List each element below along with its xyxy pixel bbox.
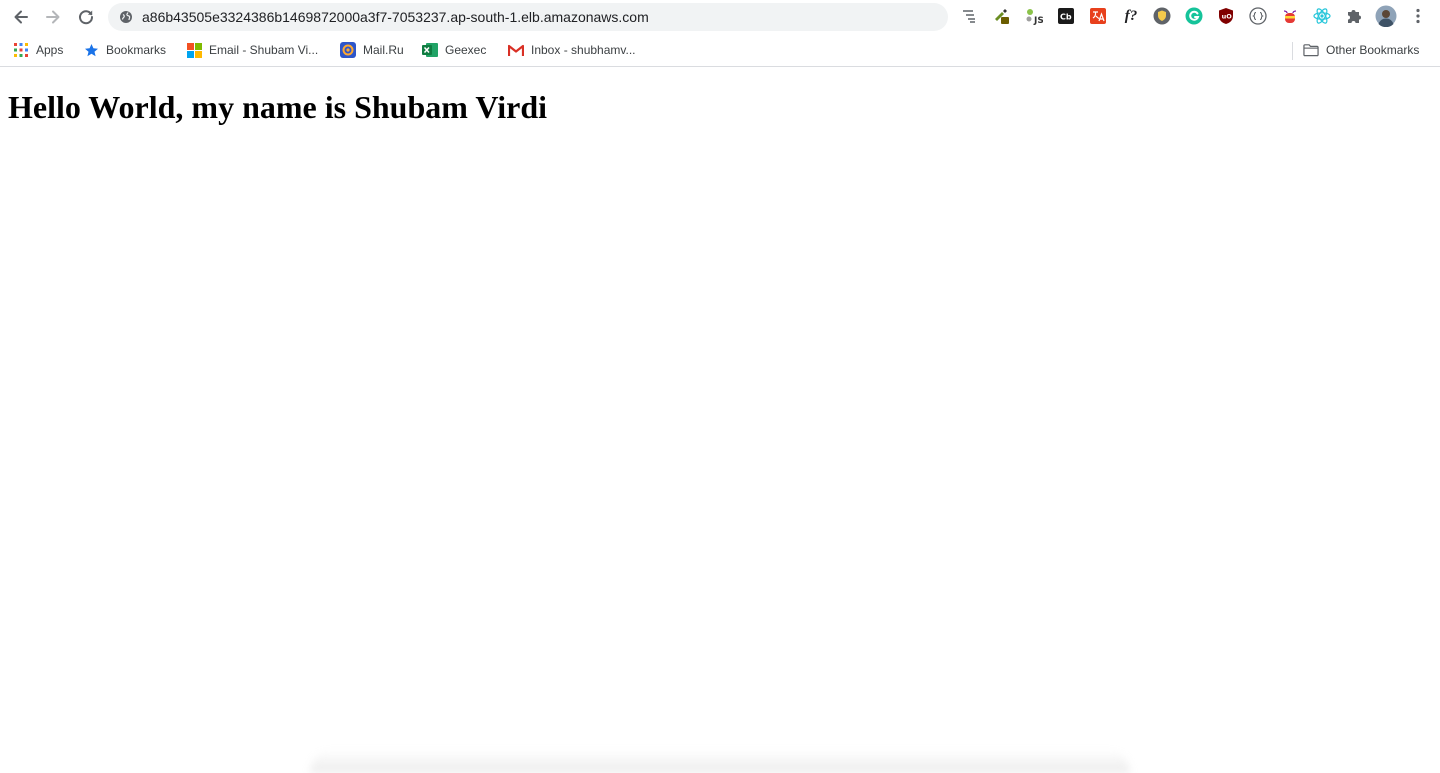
microsoft-icon [186,42,202,58]
gmail-icon [508,42,524,58]
bookmark-inbox[interactable]: Inbox - shubhamv... [508,41,636,59]
bookmark-label: Inbox - shubhamv... [531,43,636,57]
bookmark-label: Other Bookmarks [1326,43,1420,57]
page-heading: Hello World, my name is Shubam Virdi [8,89,548,125]
apps-grid-icon [13,42,29,58]
bookmark-bookmarks[interactable]: Bookmarks [83,41,166,59]
js-extension-icon[interactable]: JS [1025,7,1043,25]
star-icon [83,42,99,58]
url-text: a86b43505e3324386b1469872000a3f7-7053237… [142,9,649,25]
forward-button[interactable] [41,5,65,29]
reload-icon [79,10,94,25]
folder-icon [1303,42,1319,58]
bookmark-label: Bookmarks [106,43,167,57]
back-button[interactable] [9,5,33,29]
cb-extension-icon[interactable]: Cb [1057,7,1075,25]
browser-toolbar: a86b43505e3324386b1469872000a3f7-7053237… [0,0,1440,34]
globe-icon[interactable] [119,10,133,24]
reload-button[interactable] [74,5,98,29]
bookmark-geexec[interactable]: Geexec [422,41,486,59]
bookmark-label: Email - Shubam Vi... [209,43,319,57]
mailru-icon [340,42,356,58]
bookmark-label: Mail.Ru [363,43,404,57]
page-content: Hello World, my name is Shubam Virdi [0,68,1440,773]
arrow-left-icon [14,10,28,24]
devtools-extension-icon[interactable] [1249,7,1267,25]
bee-extension-icon[interactable] [1281,7,1299,25]
svg-text:Cb: Cb [1060,13,1072,22]
bookmark-label: Apps [36,43,64,57]
puzzle-icon[interactable] [1345,7,1363,25]
kebab-menu-icon[interactable] [1409,7,1427,25]
tab-list-icon[interactable] [960,7,978,25]
bookmark-email[interactable]: Email - Shubam Vi... [186,41,318,59]
bookmark-other[interactable]: Other Bookmarks [1303,41,1419,59]
excel-icon [422,42,438,58]
shield-extension-icon[interactable] [1153,7,1171,25]
eyedropper-extension-icon[interactable] [993,7,1011,25]
svg-text:JS: JS [1033,16,1043,25]
bottom-shadow [310,750,1130,773]
arrow-right-icon [46,10,60,24]
react-extension-icon[interactable] [1313,7,1331,25]
address-bar[interactable]: a86b43505e3324386b1469872000a3f7-7053237… [108,3,948,31]
profile-avatar[interactable] [1375,5,1397,27]
bookmark-label: Geexec [445,43,487,57]
translate-extension-icon[interactable] [1089,7,1107,25]
bookmarks-bar: Apps Bookmarks Email - Shubam Vi... Mail… [0,34,1440,67]
bookmarks-divider [1292,42,1293,60]
ublock-extension-icon[interactable]: uO [1217,7,1235,25]
bookmark-apps[interactable]: Apps [13,41,63,59]
grammarly-extension-icon[interactable] [1185,7,1203,25]
svg-text:uO: uO [1222,13,1233,21]
font-extension-icon[interactable]: f? [1121,7,1141,25]
bookmark-mailru[interactable]: Mail.Ru [340,41,404,59]
